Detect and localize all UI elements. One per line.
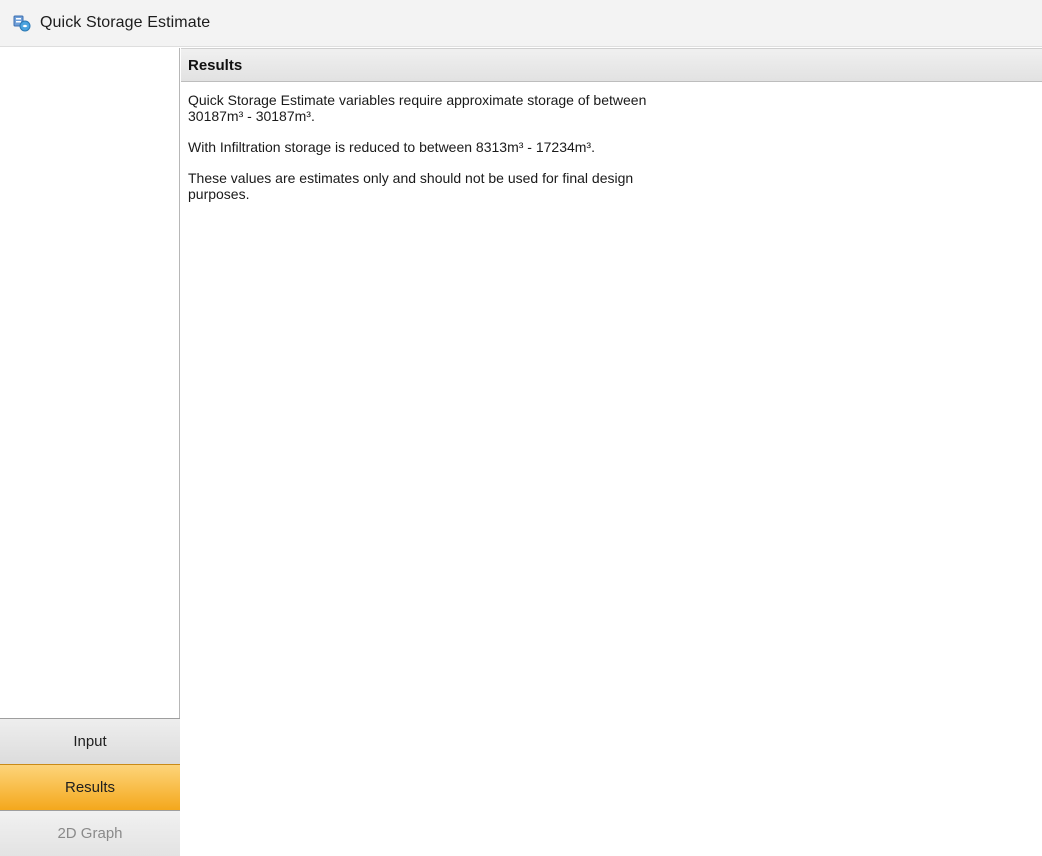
nav-2d-graph-button: 2D Graph	[0, 810, 180, 856]
results-text: Quick Storage Estimate variables require…	[181, 82, 661, 202]
infiltration-text: With Infiltration storage is reduced to …	[188, 139, 595, 155]
title-bar: Quick Storage Estimate	[0, 0, 1042, 47]
nav-results-button[interactable]: Results	[0, 764, 180, 810]
storage-app-icon	[12, 13, 32, 33]
disclaimer-text: These values are estimates only and shou…	[188, 170, 634, 202]
window-title: Quick Storage Estimate	[40, 14, 211, 31]
nav-results-label: Results	[64, 779, 116, 796]
results-panel: Results Quick Storage Estimate variables…	[181, 48, 1042, 856]
quick-storage-estimate-window: Quick Storage Estimate Input Results 2D …	[0, 0, 1042, 856]
sidebar: Input Results 2D Graph	[0, 48, 180, 856]
nav-input-label: Input	[73, 733, 107, 750]
results-header: Results	[181, 48, 1042, 82]
nav-input-button[interactable]: Input	[0, 718, 180, 764]
sidebar-nav: Input Results 2D Graph	[0, 718, 180, 856]
nav-2d-graph-label: 2D Graph	[57, 825, 123, 842]
storage-estimate-text: Quick Storage Estimate variables require…	[188, 92, 647, 124]
